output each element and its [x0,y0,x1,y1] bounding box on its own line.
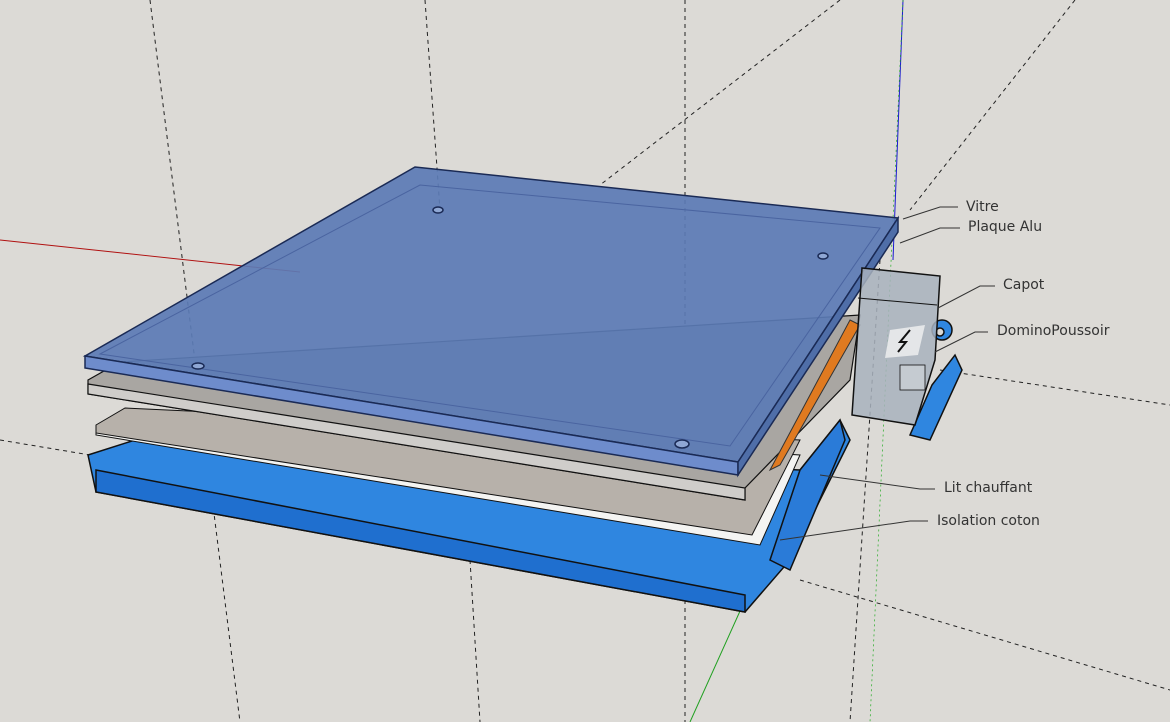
label-lit-chauffant: Lit chauffant [944,480,1033,496]
label-plaque-alu: Plaque Alu [968,219,1043,235]
capot [851,267,963,441]
label-isolation-coton: Isolation coton [937,513,1040,529]
label-domino-poussoir: DominoPoussoir [997,323,1110,339]
green-axis [689,599,746,722]
model-viewport[interactable] [0,0,1170,722]
label-capot: Capot [1003,277,1045,293]
label-vitre: Vitre [966,199,999,215]
